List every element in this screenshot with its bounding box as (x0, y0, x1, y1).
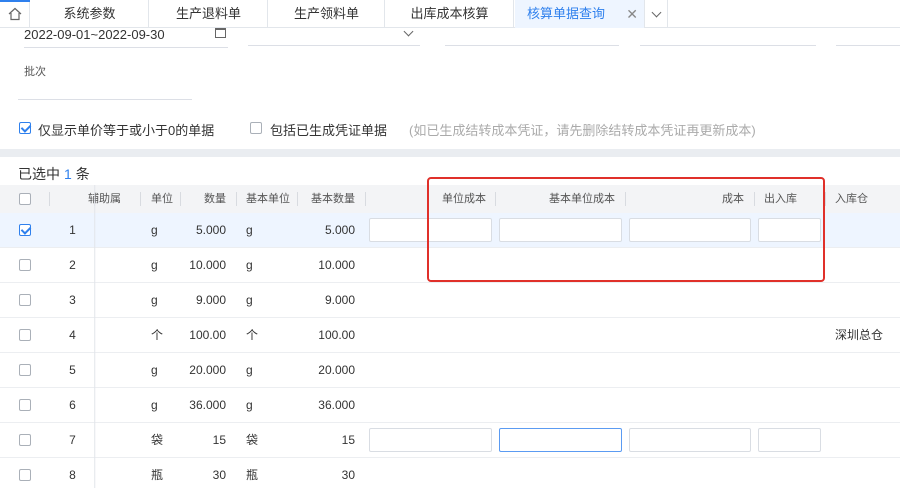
qty-cell: 9.000 (195, 293, 226, 307)
tab-production-pick[interactable]: 生产领料单 (269, 0, 385, 28)
base-qty-cell: 15 (341, 433, 355, 447)
row-number: 2 (69, 258, 76, 272)
frozen-column-shadow (94, 185, 96, 488)
row-checkbox[interactable] (19, 399, 31, 411)
table-row[interactable]: 8 瓶 30 瓶 30 (0, 458, 900, 488)
unit-price-input[interactable] (369, 428, 492, 452)
row-number: 5 (69, 363, 76, 377)
unit-cell: 瓶 (151, 468, 164, 482)
row-checkbox[interactable] (19, 259, 31, 271)
cost-input[interactable] (629, 428, 751, 452)
unit-cell: g (151, 258, 158, 272)
base-unit-cell: g (246, 223, 253, 237)
batch-input[interactable] (18, 82, 192, 100)
filter-field[interactable] (445, 28, 619, 46)
unit-cell: 袋 (151, 433, 164, 447)
warehouse-cell: 深圳总仓 (835, 328, 884, 342)
table-row[interactable]: 6 g 36.000 g 36.000 (0, 388, 900, 423)
include-voucher-checkbox[interactable] (250, 122, 262, 134)
show-price-le-zero-checkbox[interactable] (19, 122, 31, 134)
base-unit-cell: g (246, 258, 253, 272)
col-unit[interactable]: 单位 (151, 185, 173, 213)
row-number: 8 (69, 468, 76, 482)
col-base-unit[interactable]: 基本单位 (246, 185, 290, 213)
row-number: 4 (69, 328, 76, 342)
table-row[interactable]: 5 g 20.000 g 20.000 (0, 353, 900, 388)
selection-summary: 已选中 1 条 (18, 164, 90, 184)
tab-system-params[interactable]: 系统参数 (31, 0, 149, 28)
tab-bar: 系统参数 生产退料单 生产领料单 出库成本核算 核算单据查询 ✕ (0, 0, 900, 28)
filter-field[interactable] (836, 28, 900, 46)
selection-suffix: 条 (75, 166, 90, 182)
unit-cell: g (151, 398, 158, 412)
batch-label: 批次 (24, 66, 46, 78)
qty-cell: 36.000 (189, 398, 226, 412)
tab-outbound-cost[interactable]: 出库成本核算 (386, 0, 514, 28)
section-divider (0, 149, 900, 157)
chevron-down-icon (403, 26, 414, 37)
col-aux-attr[interactable]: 辅助属性 (88, 185, 158, 213)
base-qty-cell: 10.000 (318, 258, 355, 272)
qty-cell: 5.000 (195, 223, 226, 237)
base-unit-cell: g (246, 398, 253, 412)
base-qty-cell: 20.000 (318, 363, 355, 377)
selection-count: 1 (64, 166, 72, 182)
row-number: 7 (69, 433, 76, 447)
qty-cell: 30 (212, 468, 226, 482)
row-number: 1 (69, 223, 76, 237)
qty-cell: 100.00 (189, 328, 226, 342)
selection-prefix: 已选中 (18, 166, 60, 182)
base-qty-cell: 5.000 (324, 223, 355, 237)
show-price-le-zero-label: 仅显示单价等于或小于0的单据 (38, 123, 215, 138)
row-checkbox[interactable] (19, 224, 31, 236)
table-row[interactable]: 7 袋 15 袋 15 (0, 423, 900, 458)
base-unit-cell: g (246, 293, 253, 307)
in-out-input[interactable] (758, 428, 821, 452)
tab-accounting-query[interactable]: 核算单据查询 ✕ (515, 0, 645, 28)
col-warehouse[interactable]: 入库仓 (835, 185, 868, 213)
calendar-icon[interactable] (215, 28, 226, 38)
row-checkbox[interactable] (19, 364, 31, 376)
row-checkbox[interactable] (19, 329, 31, 341)
close-icon[interactable]: ✕ (626, 0, 638, 28)
col-base-qty[interactable]: 基本数量 (297, 185, 355, 213)
base-qty-cell: 36.000 (318, 398, 355, 412)
tab-label: 核算单据查询 (527, 6, 606, 21)
date-range-value: 2022-09-01~2022-09-30 (24, 27, 165, 42)
filter-field[interactable] (640, 28, 816, 46)
date-range-field[interactable]: 2022-09-01~2022-09-30 (24, 28, 228, 48)
unit-cell: g (151, 293, 158, 307)
unit-cell: g (151, 223, 158, 237)
chevron-down-icon[interactable] (646, 0, 668, 28)
col-qty[interactable]: 数量 (180, 185, 226, 213)
row-number: 3 (69, 293, 76, 307)
row-checkbox[interactable] (19, 294, 31, 306)
table-row[interactable]: 4 个 100.00 个 100.00 深圳总仓 (0, 318, 900, 353)
filter-select[interactable] (248, 26, 420, 46)
qty-cell: 20.000 (189, 363, 226, 377)
base-qty-cell: 100.00 (318, 328, 355, 342)
base-unit-cell: 瓶 (246, 468, 259, 482)
qty-cell: 10.000 (189, 258, 226, 272)
voucher-hint: (如已生成结转成本凭证，请先删除结转成本凭证再更新成本) (409, 123, 756, 138)
annotation-highlight-box (427, 177, 825, 282)
row-number: 6 (69, 398, 76, 412)
table-row[interactable]: 3 g 9.000 g 9.000 (0, 283, 900, 318)
unit-cell: g (151, 363, 158, 377)
base-unit-cost-input[interactable] (499, 428, 622, 452)
home-tab[interactable] (0, 0, 30, 28)
unit-cell: 个 (151, 328, 164, 342)
row-checkbox[interactable] (19, 469, 31, 481)
base-unit-cell: 袋 (246, 433, 259, 447)
base-qty-cell: 9.000 (324, 293, 355, 307)
qty-cell: 15 (212, 433, 226, 447)
select-all-checkbox[interactable] (19, 193, 31, 205)
tab-production-return[interactable]: 生产退料单 (150, 0, 268, 28)
base-unit-cell: g (246, 363, 253, 377)
row-checkbox[interactable] (19, 434, 31, 446)
base-unit-cell: 个 (246, 328, 259, 342)
include-voucher-label: 包括已生成凭证单据 (270, 123, 388, 138)
home-icon (8, 7, 21, 21)
base-qty-cell: 30 (341, 468, 355, 482)
